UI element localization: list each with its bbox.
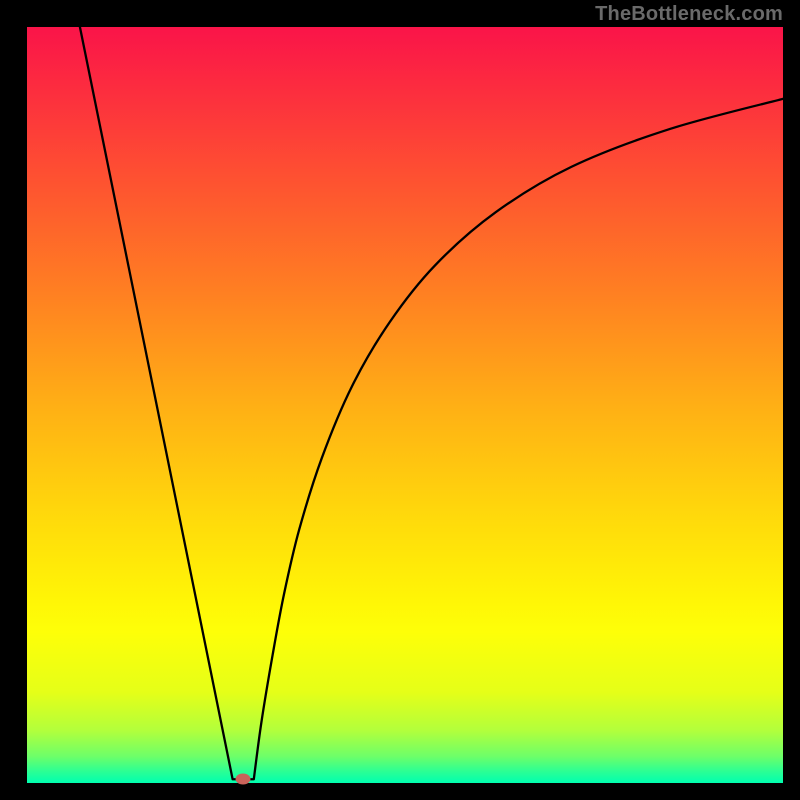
optimum-marker	[236, 774, 251, 785]
bottleneck-curve	[27, 27, 783, 783]
chart-frame: TheBottleneck.com	[0, 0, 800, 800]
plot-area	[27, 27, 783, 783]
watermark-text: TheBottleneck.com	[595, 3, 783, 26]
